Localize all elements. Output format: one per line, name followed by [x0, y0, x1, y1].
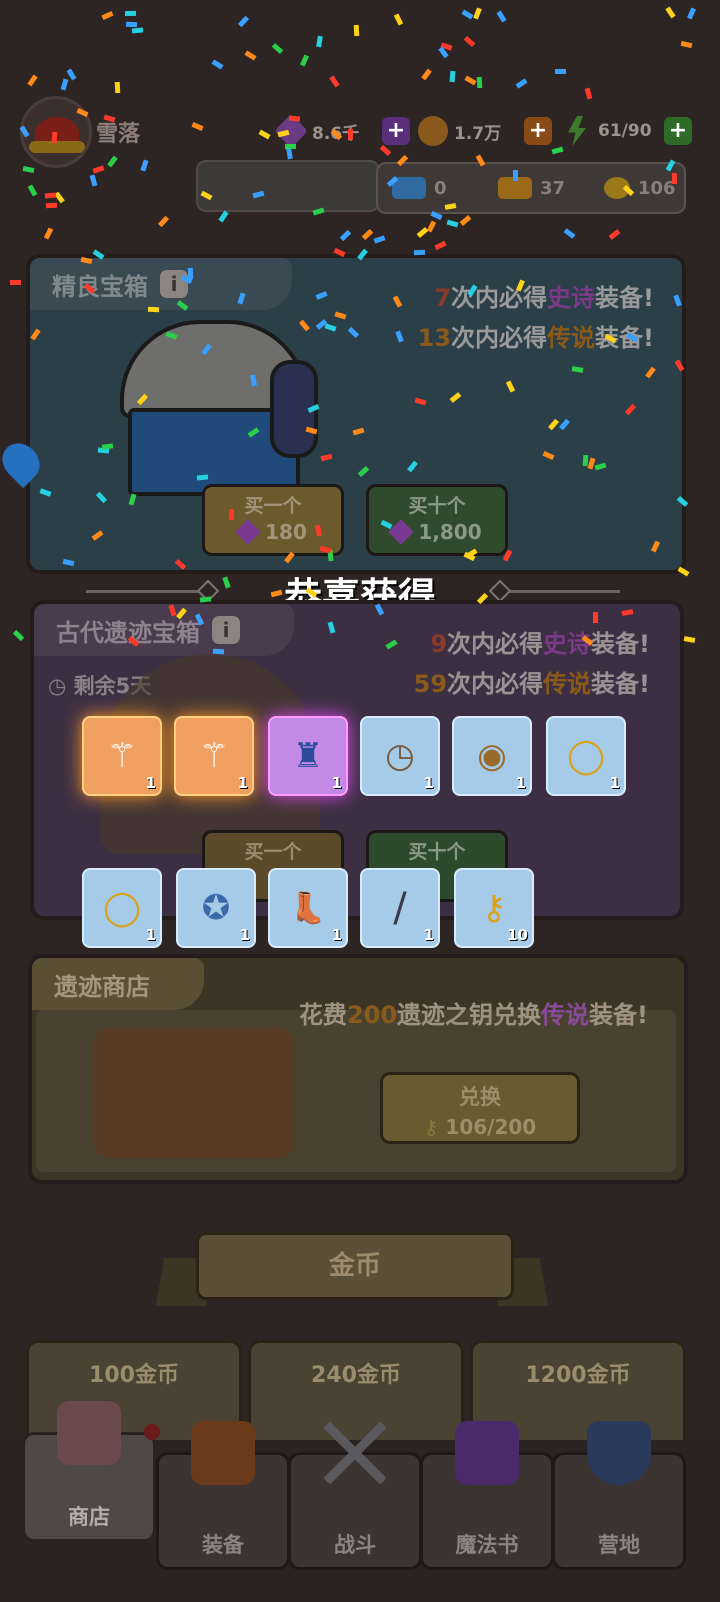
shop-icon: [57, 1401, 121, 1465]
add-energy-button[interactable]: +: [664, 117, 692, 145]
notification-dot: [144, 1424, 160, 1440]
blue-ticket-icon: [392, 177, 426, 199]
add-coin-button[interactable]: +: [524, 117, 552, 145]
currency-subbar: 0 37 106: [376, 162, 686, 214]
nav-battle[interactable]: 战斗: [288, 1421, 422, 1570]
fine-chest-epic-line: 7次内必得史诗装备!: [434, 284, 654, 312]
fine-buy-one-button[interactable]: 买一个 180: [202, 484, 344, 556]
reward-item-staff[interactable]: ⚚ 1: [82, 716, 162, 796]
coin-value: 1.7万: [454, 123, 502, 144]
ancient-legend-line: 59次内必得传说装备!: [413, 670, 650, 698]
reward-item-amulet[interactable]: ◉ 1: [452, 716, 532, 796]
gem-value: 8.6千: [312, 123, 360, 144]
fine-buy-ten-button[interactable]: 买十个 1,800: [366, 484, 508, 556]
key-value: 106: [638, 177, 676, 199]
exchange-button[interactable]: 兑换 ⚷ 106/200: [380, 1072, 580, 1144]
reward-item-ring[interactable]: ◯ 1: [82, 868, 162, 948]
key-icon: [604, 177, 630, 199]
hidden-tab: [196, 160, 380, 212]
gem-counter: 8.6千 +: [274, 114, 410, 148]
nav-spellbook[interactable]: 魔法书: [420, 1421, 554, 1570]
info-icon[interactable]: i: [212, 616, 240, 644]
reward-item-spear[interactable]: / 1: [360, 868, 440, 948]
gem-icon: [235, 519, 261, 545]
reward-item-ring[interactable]: ◯ 1: [546, 716, 626, 796]
energy-value: 61/90: [598, 121, 652, 141]
reward-item-badge[interactable]: ✪ 1: [176, 868, 256, 948]
gem-icon: [274, 114, 308, 148]
reward-item-pocket-watch[interactable]: ◷ 1: [360, 716, 440, 796]
energy-icon: [568, 116, 586, 146]
clock-icon: ◷: [48, 674, 74, 698]
nav-shop[interactable]: 商店: [22, 1401, 156, 1542]
reward-item-cloak[interactable]: ♜ 1: [268, 716, 348, 796]
fine-chest-icon: [120, 320, 318, 496]
add-gem-button[interactable]: +: [382, 117, 410, 145]
shop-screen: 雪落 8.6千 + 1.7万 + 61/90 + 0 37 106 精良宝箱 i…: [0, 0, 720, 1602]
ancient-chest-title: 古代遗迹宝箱: [56, 618, 200, 647]
relic-shop-tab: 遗迹商店: [32, 958, 204, 1010]
player-name: 雪落: [96, 122, 141, 147]
energy-counter: 61/90 +: [562, 114, 692, 148]
gold-ticket-icon: [498, 177, 532, 199]
relic-shop-description: 花费200遗迹之钥兑换传说装备!: [298, 1001, 648, 1029]
treasure-chest-icon: [94, 1028, 294, 1158]
coin-icon: [418, 116, 448, 146]
nav-equipment[interactable]: 装备: [156, 1421, 290, 1570]
nav-camp[interactable]: 营地: [552, 1421, 686, 1570]
fine-chest-panel: 精良宝箱 i 7次内必得史诗装备! 13次内必得传说装备! 买一个 180 买十…: [26, 254, 686, 574]
coin-counter: 1.7万 +: [418, 114, 552, 148]
shield-crown-icon: [587, 1421, 651, 1485]
ancient-chest-tab: 古代遗迹宝箱 i: [34, 604, 294, 656]
fine-chest-legend-line: 13次内必得传说装备!: [417, 324, 654, 352]
fine-chest-tab: 精良宝箱 i: [30, 258, 292, 310]
relic-shop-title: 遗迹商店: [54, 972, 150, 1001]
fine-chest-title: 精良宝箱: [52, 272, 148, 301]
key-icon: ⚷: [423, 1115, 446, 1139]
gem-icon: [388, 519, 415, 545]
reward-item-boots[interactable]: 👢 1: [268, 868, 348, 948]
avatar[interactable]: [20, 96, 92, 168]
relic-shop-panel: 遗迹商店 花费200遗迹之钥兑换传说装备!: [28, 954, 688, 1184]
coins-section-title: 金币: [196, 1232, 514, 1300]
info-icon[interactable]: i: [160, 270, 188, 298]
reward-item-staff[interactable]: ⚚ 1: [174, 716, 254, 796]
blue-ticket-value: 0: [434, 177, 447, 199]
backpack-icon: [191, 1421, 255, 1485]
spellbook-icon: [455, 1421, 519, 1485]
gold-ticket-value: 37: [540, 177, 566, 199]
ancient-epic-line: 9次内必得史诗装备!: [430, 630, 650, 658]
reward-item-key[interactable]: ⚷ 10: [454, 868, 534, 948]
